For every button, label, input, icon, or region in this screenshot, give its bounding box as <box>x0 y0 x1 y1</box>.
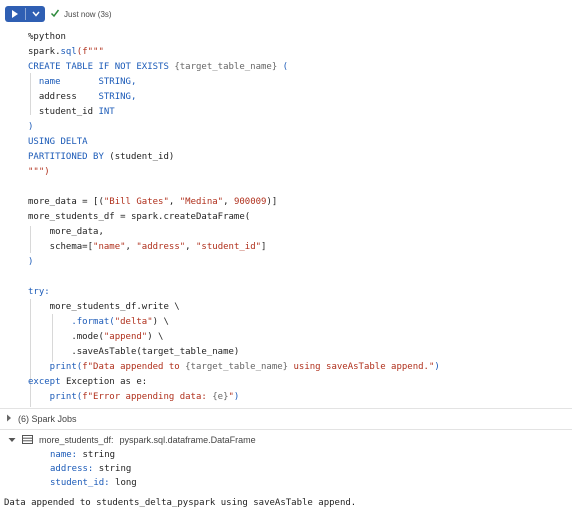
code-line: more_students_df = spark.createDataFrame… <box>28 212 251 222</box>
code-line: .mode("append") \ <box>28 332 164 342</box>
cell-toolbar: Just now (3s) <box>0 0 572 28</box>
dataframe-variable: more_students_df: <box>39 435 114 445</box>
play-icon[interactable] <box>5 6 25 22</box>
schema-field: student_id: long <box>50 478 137 488</box>
code-line: address STRING, <box>28 92 137 102</box>
code-line: try: <box>28 287 50 297</box>
code-line: spark.sql(f""" <box>28 47 104 57</box>
spark-jobs-toggle[interactable]: (6) Spark Jobs <box>6 412 77 426</box>
code-line: ) <box>28 257 34 267</box>
code-line: more_data = [("Bill Gates", "Medina", 90… <box>28 197 278 207</box>
code-line: PARTITIONED BY (student_id) <box>28 152 175 162</box>
code-line: print(f"Data appended to {target_table_n… <box>28 362 440 372</box>
code-line: more_data, <box>28 227 104 237</box>
results-divider <box>0 429 572 430</box>
code-line: """) <box>28 167 50 177</box>
code-line: schema=["name", "address", "student_id"] <box>28 242 267 252</box>
code-line: .saveAsTable(target_table_name) <box>28 347 240 357</box>
code-line: CREATE TABLE IF NOT EXISTS {target_table… <box>28 62 289 72</box>
code-line: print(f"Error appending data: {e}") <box>28 392 240 402</box>
dataframe-schema-toggle[interactable]: more_students_df: pyspark.sql.dataframe.… <box>8 434 256 446</box>
chevron-right-icon <box>6 414 12 424</box>
code-line: name STRING, <box>28 77 137 87</box>
code-line: more_students_df.write \ <box>28 302 180 312</box>
schema-field: name: string <box>50 450 116 460</box>
code-line: USING DELTA <box>28 137 88 147</box>
schema-field: address: string <box>50 464 132 474</box>
spark-jobs-label: (6) Spark Jobs <box>18 414 77 424</box>
run-status-text: Just now (3s) <box>64 9 112 19</box>
code-line: ) <box>28 122 34 132</box>
dataframe-type: pyspark.sql.dataframe.DataFrame <box>119 435 256 445</box>
code-line: .format("delta") \ <box>28 317 169 327</box>
code-line: except Exception as e: <box>28 377 148 387</box>
chevron-down-icon <box>8 435 16 445</box>
run-status: Just now (3s) <box>50 7 112 21</box>
run-cell-button[interactable] <box>5 6 45 22</box>
table-icon <box>22 434 33 446</box>
code-line: %python <box>28 32 66 42</box>
cell-output-text: Data appended to students_delta_pyspark … <box>4 498 357 508</box>
results-divider <box>0 408 572 409</box>
code-line: student_id INT <box>28 107 115 117</box>
chevron-down-icon[interactable] <box>26 6 45 22</box>
check-icon <box>50 5 60 23</box>
